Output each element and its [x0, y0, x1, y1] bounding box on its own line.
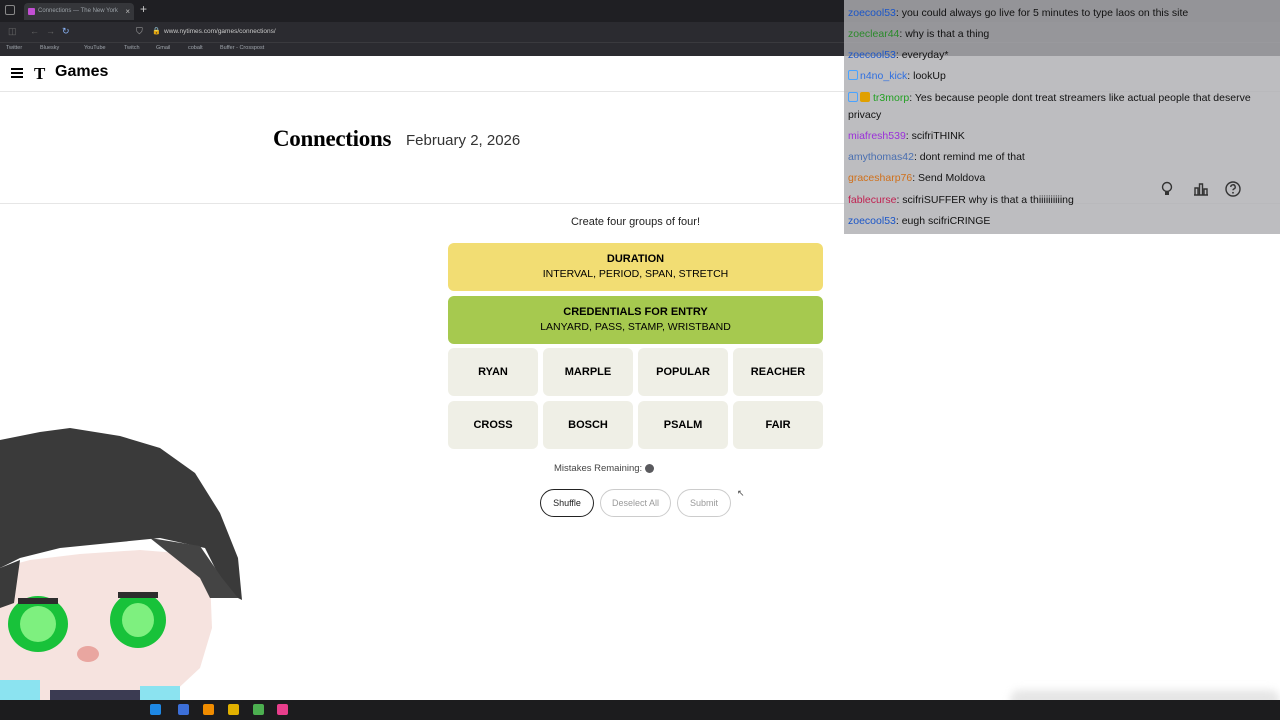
stream-chat-overlay: zoecool53: you could always go live for …: [844, 0, 1280, 234]
new-tab-button[interactable]: +: [140, 2, 147, 16]
url-field[interactable]: 🔒 www.nytimes.com/games/connections/: [150, 25, 840, 39]
tab-title: Connections — The New York: [38, 8, 118, 14]
connections-favicon: [28, 8, 35, 15]
lightbulb-icon[interactable]: [1160, 181, 1174, 200]
chat-message: amythomas42: dont remind me of that: [848, 149, 1276, 166]
moderator-badge-icon: [848, 70, 858, 80]
chat-username: zoecool53: [848, 49, 896, 61]
subscriber-badge-icon: [860, 92, 870, 102]
help-icon[interactable]: [1225, 181, 1241, 200]
chat-text: : scifriTHINK: [905, 130, 965, 142]
reload-icon[interactable]: ↻: [62, 26, 70, 37]
chat-text: : lookUp: [907, 70, 946, 82]
deselect-all-button[interactable]: Deselect All: [600, 489, 671, 517]
bookmark-twitter[interactable]: Twitter: [6, 45, 22, 51]
chat-username: fablecurse: [848, 194, 897, 206]
page-title: Connections: [273, 126, 392, 151]
word-card[interactable]: BOSCH: [543, 401, 633, 449]
browser-tab[interactable]: Connections — The New York ×: [24, 3, 134, 20]
solved-group-green: CREDENTIALS FOR ENTRY LANYARD, PASS, STA…: [448, 296, 823, 344]
url-text: www.nytimes.com/games/connections/: [164, 28, 276, 35]
chat-username: zoecool53: [848, 215, 896, 227]
bookmark-youtube[interactable]: YouTube: [84, 45, 106, 51]
shield-icon[interactable]: ⛉: [136, 26, 143, 37]
mouse-cursor-icon: ↖: [737, 488, 745, 498]
game-prompt: Create four groups of four!: [570, 216, 700, 228]
chat-message: zoeclear44: why is that a thing: [848, 26, 1276, 43]
chat-message: tr3morp: Yes because people dont treat s…: [848, 90, 1276, 124]
chat-username: miafresh539: [848, 130, 906, 142]
stats-icon[interactable]: [1193, 181, 1209, 200]
chat-message: miafresh539: scifriTHINK: [848, 128, 1276, 145]
app3-icon[interactable]: [277, 704, 288, 715]
shuffle-button[interactable]: Shuffle: [540, 489, 594, 517]
chat-message: zoecool53: everyday*: [848, 47, 1276, 64]
chat-username: tr3morp: [873, 92, 910, 104]
chat-message: zoecool53: you could always go live for …: [848, 5, 1276, 22]
chat-text: : scifriSUFFER why is that a thiiiiiiiii…: [896, 194, 1074, 206]
chat-text: : why is that a thing: [899, 28, 990, 40]
chat-username: n4no_kick: [860, 70, 908, 82]
app2-icon[interactable]: [253, 704, 264, 715]
bookmark-cobalt[interactable]: cobalt: [188, 45, 203, 51]
group-category: CREDENTIALS FOR ENTRY: [563, 306, 708, 318]
chat-message: fablecurse: scifriSUFFER why is that a t…: [848, 192, 1276, 209]
word-card[interactable]: CROSS: [448, 401, 538, 449]
chat-text: : Send Moldova: [912, 172, 986, 184]
chat-text: : everyday*: [895, 49, 949, 61]
word-card[interactable]: RYAN: [448, 348, 538, 396]
word-card[interactable]: MARPLE: [543, 348, 633, 396]
word-card[interactable]: REACHER: [733, 348, 823, 396]
mistake-dot: [645, 464, 654, 473]
sidebar-icon[interactable]: ◫: [8, 26, 17, 37]
back-icon[interactable]: ←: [30, 26, 39, 36]
chat-message: n4no_kick: lookUp: [848, 68, 1276, 85]
bookmark-bluesky[interactable]: Bluesky: [40, 45, 59, 51]
group-words: LANYARD, PASS, STAMP, WRISTBAND: [540, 321, 731, 333]
taskbar: [0, 700, 1280, 720]
chat-text: : dont remind me of that: [913, 151, 1025, 163]
solved-group-yellow: DURATION INTERVAL, PERIOD, SPAN, STRETCH: [448, 243, 823, 291]
group-category: DURATION: [606, 253, 665, 265]
group-words: INTERVAL, PERIOD, SPAN, STRETCH: [542, 268, 729, 280]
chat-username: gracesharp76: [848, 172, 913, 184]
chat-username: zoecool53: [848, 7, 896, 19]
word-card[interactable]: FAIR: [733, 401, 823, 449]
chat-text: : eugh scifriCRINGE: [895, 215, 991, 227]
word-card[interactable]: PSALM: [638, 401, 728, 449]
bookmark-buffer[interactable]: Buffer - Crosspost: [220, 45, 264, 51]
forward-icon[interactable]: →: [46, 26, 55, 36]
folder-icon[interactable]: [228, 704, 239, 715]
streamer-avatar: [0, 428, 245, 720]
chrome-icon[interactable]: [150, 704, 161, 715]
submit-button[interactable]: Submit: [677, 489, 731, 517]
bookmark-gmail[interactable]: Gmail: [156, 45, 170, 51]
mistakes-label: Mistakes Remaining:: [554, 463, 643, 474]
chat-message: zoecool53: eugh scifriCRINGE: [848, 213, 1276, 230]
chat-text: : you could always go live for 5 minutes…: [895, 7, 1189, 19]
nyt-logo[interactable]: T: [34, 64, 45, 84]
vlc-icon[interactable]: [203, 704, 214, 715]
games-brand[interactable]: Games: [55, 63, 108, 81]
close-tab-icon[interactable]: ×: [125, 3, 130, 20]
lock-icon: 🔒: [152, 28, 161, 35]
chat-username: amythomas42: [848, 151, 914, 163]
app-icon[interactable]: [178, 704, 189, 715]
moderator-badge-icon: [848, 92, 858, 102]
word-card[interactable]: POPULAR: [638, 348, 728, 396]
window-menu-icon[interactable]: [5, 5, 15, 15]
chat-text: : Yes because people dont treat streamer…: [848, 92, 1251, 121]
puzzle-date: February 2, 2026: [406, 132, 521, 149]
bookmark-twitch[interactable]: Twitch: [124, 45, 140, 51]
chat-username: zoeclear44: [848, 28, 900, 40]
hamburger-menu-icon[interactable]: [11, 68, 23, 78]
chat-message: gracesharp76: Send Moldova: [848, 170, 1276, 187]
